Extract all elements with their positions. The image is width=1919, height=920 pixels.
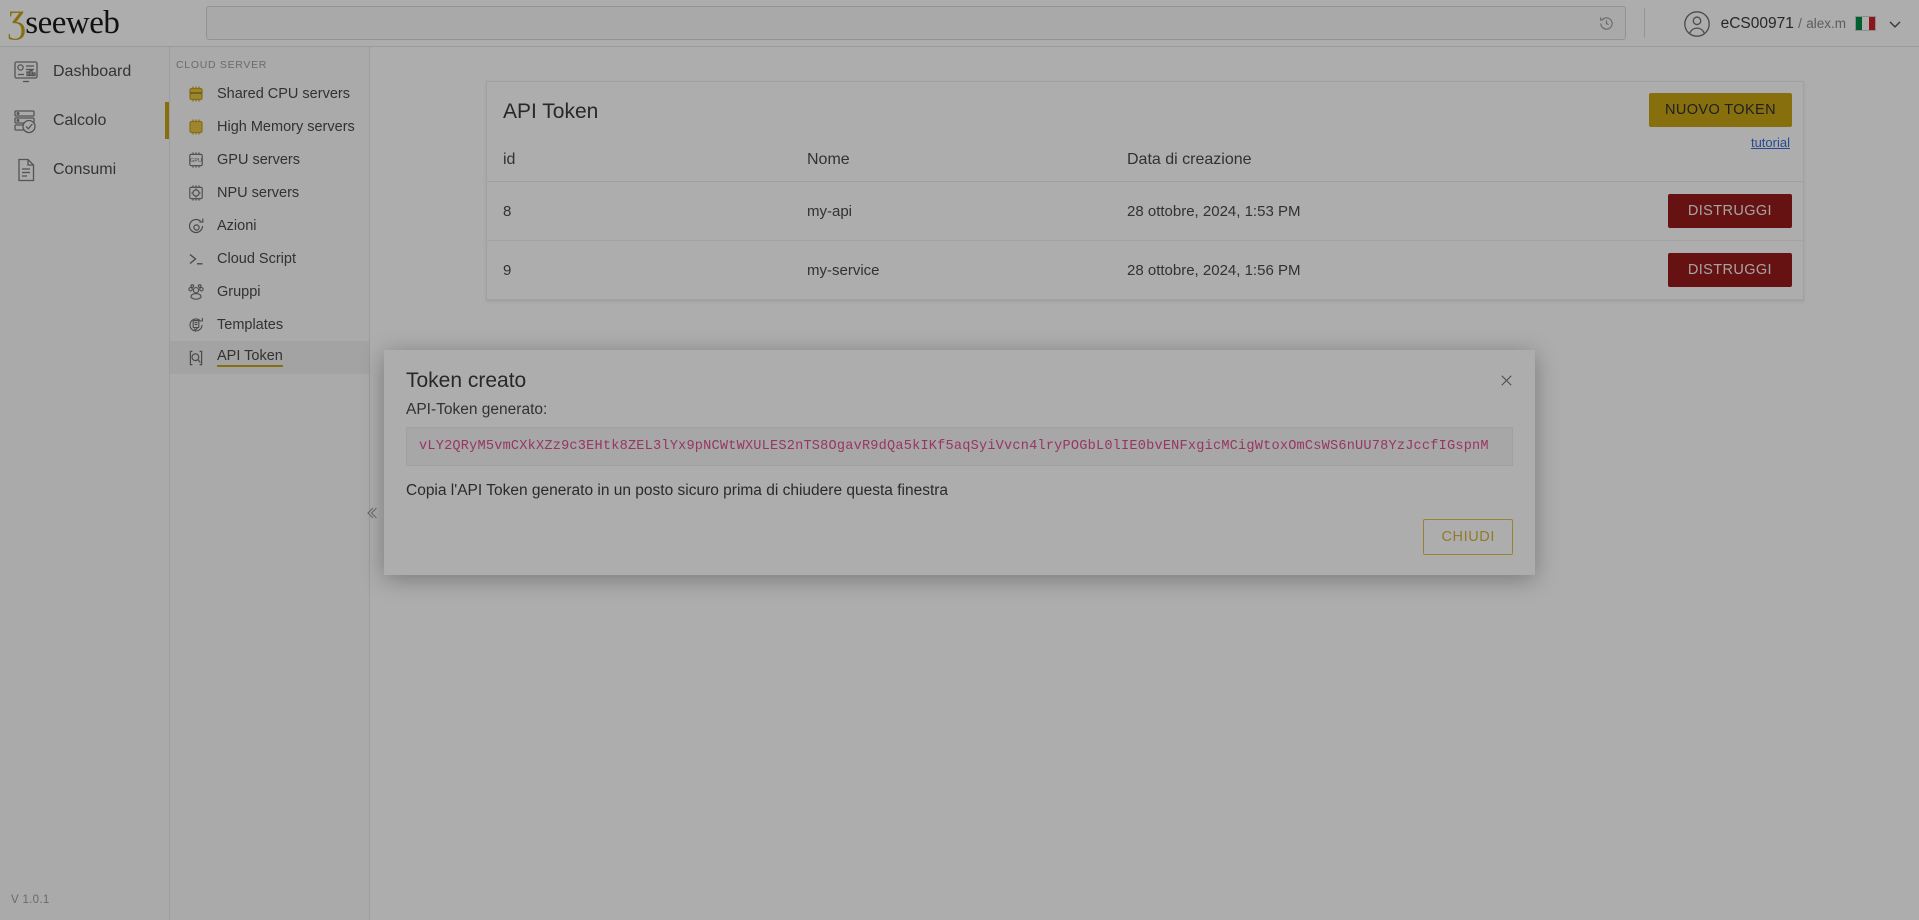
app-root: Ʒseeweb eCS00971 / alex.m Dashboard Calc…	[0, 0, 1919, 920]
modal-overlay[interactable]	[0, 0, 1919, 920]
